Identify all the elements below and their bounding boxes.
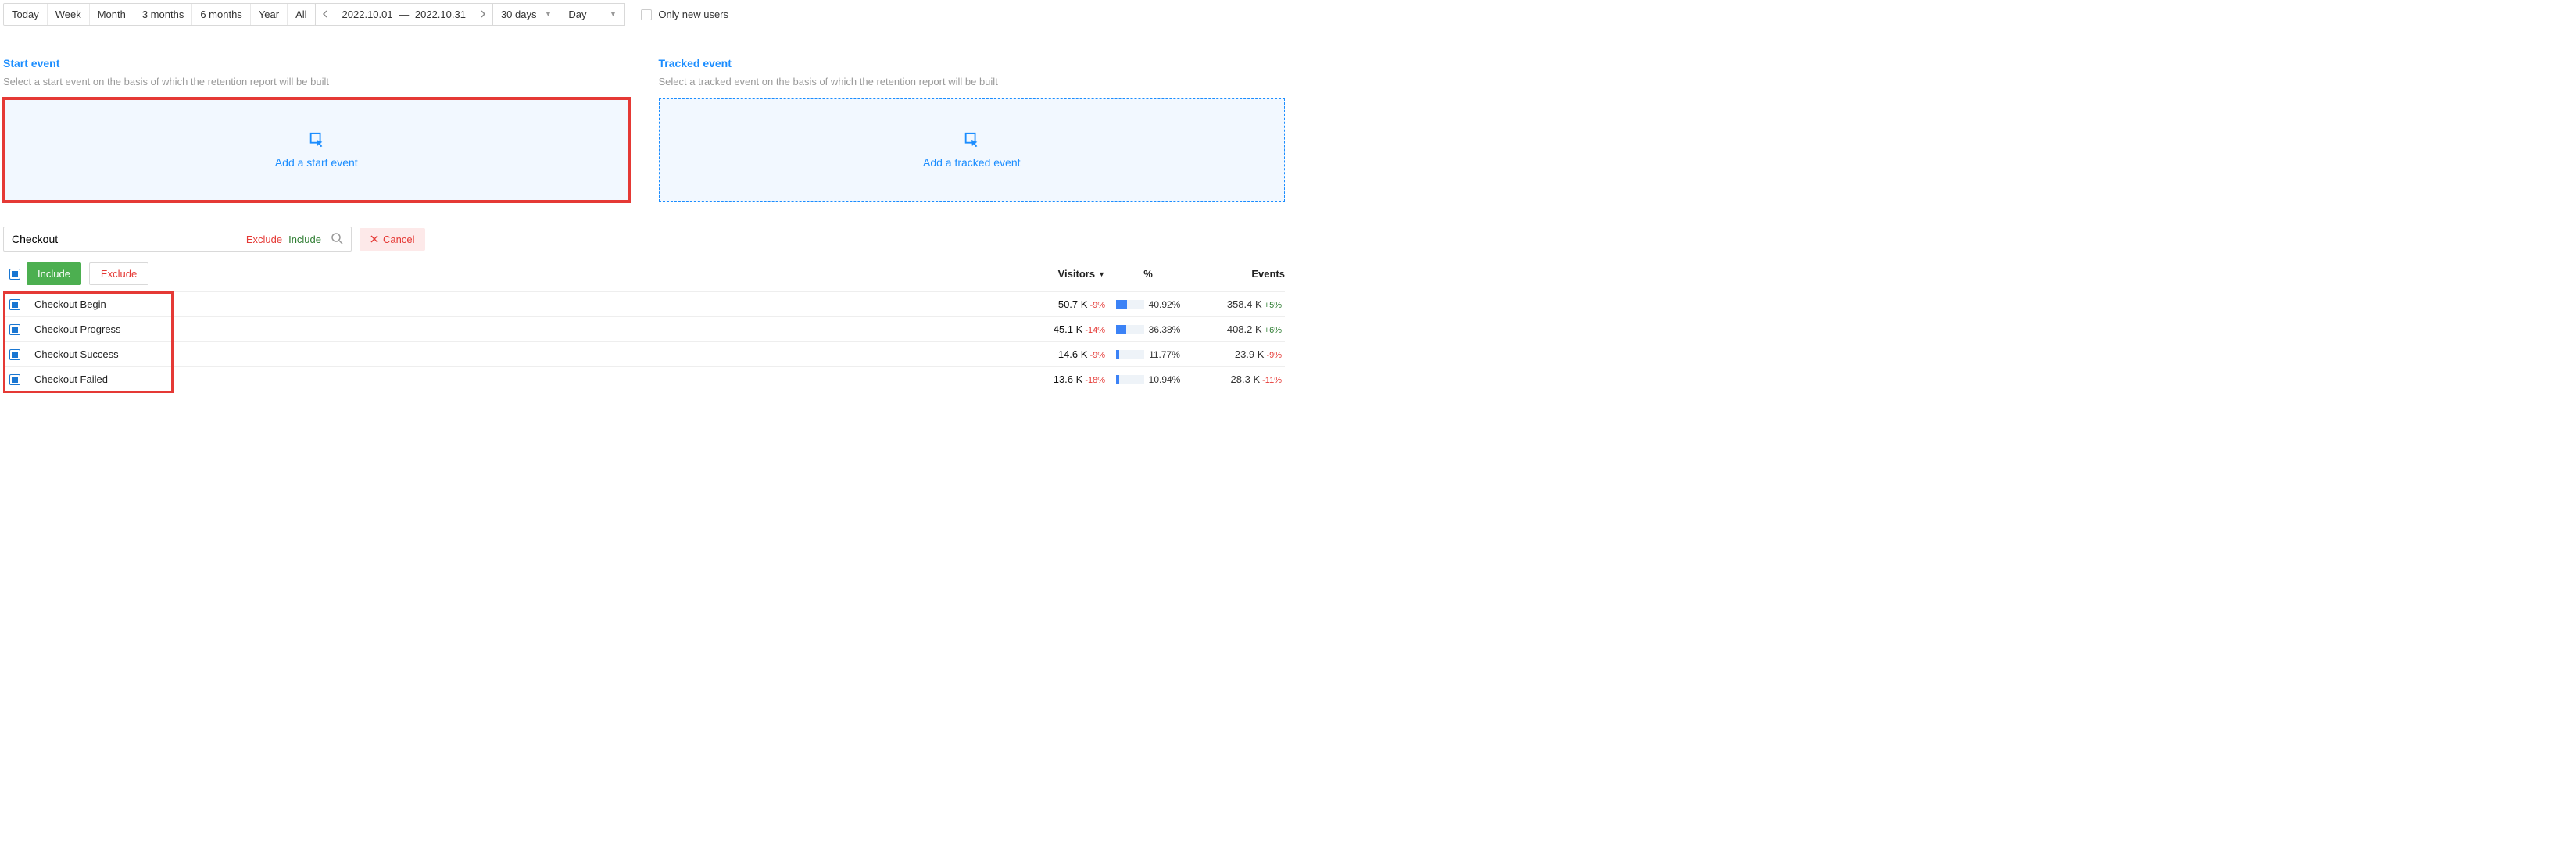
tracked-event-subtitle: Select a tracked event on the basis of w…: [659, 76, 1286, 87]
period-all[interactable]: All: [288, 4, 314, 25]
checkbox-icon: [641, 9, 652, 20]
only-new-users-checkbox[interactable]: Only new users: [641, 9, 728, 20]
events-cell: 358.4 K+5%: [1191, 298, 1285, 310]
bulk-exclude-button[interactable]: Exclude: [89, 262, 148, 285]
event-name: Checkout Failed: [27, 373, 1011, 385]
date-from: 2022.10.01: [342, 9, 393, 20]
percent-cell: 36.38%: [1105, 324, 1191, 335]
add-event-icon: [963, 131, 980, 148]
percent-cell: 40.92%: [1105, 299, 1191, 310]
col-percent-header[interactable]: %: [1105, 268, 1191, 280]
events-cell: 28.3 K-11%: [1191, 373, 1285, 385]
row-checkbox[interactable]: [9, 324, 20, 335]
percent-cell: 11.77%: [1105, 349, 1191, 360]
add-tracked-event-label: Add a tracked event: [923, 156, 1021, 169]
period-month[interactable]: Month: [90, 4, 134, 25]
visitors-cell: 14.6 K-9%: [1011, 348, 1105, 360]
table-row[interactable]: Checkout Progress 45.1 K-14% 36.38% 408.…: [3, 316, 1285, 341]
caret-down-icon: ▼: [545, 10, 553, 19]
col-visitors-label: Visitors: [1058, 268, 1095, 280]
add-tracked-event-box[interactable]: Add a tracked event: [659, 98, 1286, 202]
cancel-label: Cancel: [383, 234, 414, 245]
events-table: Include Exclude Visitors ▼ % Events Chec…: [3, 259, 1285, 391]
sort-desc-icon: ▼: [1098, 270, 1105, 278]
bulk-action-buttons: Include Exclude: [27, 262, 148, 285]
visitors-cell: 45.1 K-14%: [1011, 323, 1105, 335]
period-3months[interactable]: 3 months: [134, 4, 192, 25]
row-checkbox[interactable]: [9, 299, 20, 310]
events-cell: 408.2 K+6%: [1191, 323, 1285, 335]
period-year[interactable]: Year: [251, 4, 288, 25]
events-table-body: Checkout Begin 50.7 K-9% 40.92% 358.4 K+…: [3, 291, 1285, 391]
add-start-event-box[interactable]: Add a start event: [3, 98, 630, 202]
start-event-subtitle: Select a start event on the basis of whi…: [3, 76, 630, 87]
percent-bar: [1116, 325, 1126, 334]
cancel-filter-button[interactable]: Cancel: [360, 228, 425, 251]
select-all-checkbox[interactable]: [9, 269, 20, 280]
search-exclude-link[interactable]: Exclude: [246, 234, 282, 245]
date-range-picker: 2022.10.01 — 2022.10.31: [315, 3, 493, 26]
row-checkbox[interactable]: [9, 349, 20, 360]
add-event-icon: [308, 131, 325, 148]
add-start-event-label: Add a start event: [275, 156, 358, 169]
select-all-cell: [3, 269, 27, 280]
start-event-panel: Start event Select a start event on the …: [0, 46, 646, 214]
event-name: Checkout Success: [27, 348, 1011, 360]
date-separator: —: [399, 9, 409, 20]
period-today[interactable]: Today: [4, 4, 48, 25]
granularity-dropdown[interactable]: Day ▼: [560, 3, 625, 26]
start-event-title: Start event: [3, 57, 630, 70]
caret-down-icon: ▼: [610, 10, 617, 19]
period-toolbar: Today Week Month 3 months 6 months Year …: [0, 0, 1288, 29]
search-icon[interactable]: [327, 230, 346, 248]
close-icon: [370, 235, 378, 243]
tracked-event-title: Tracked event: [659, 57, 1286, 70]
visitors-cell: 13.6 K-18%: [1011, 373, 1105, 385]
percent-bar: [1116, 375, 1119, 384]
row-checkbox[interactable]: [9, 374, 20, 385]
date-range-display[interactable]: 2022.10.01 — 2022.10.31: [335, 4, 474, 25]
col-visitors-header[interactable]: Visitors ▼: [1011, 268, 1105, 280]
tracked-event-panel: Tracked event Select a tracked event on …: [646, 46, 1289, 214]
event-search-box: Exclude Include: [3, 227, 352, 252]
event-name: Checkout Begin: [27, 298, 1011, 310]
duration-dropdown[interactable]: 30 days ▼: [492, 3, 560, 26]
visitors-cell: 50.7 K-9%: [1011, 298, 1105, 310]
events-cell: 23.9 K-9%: [1191, 348, 1285, 360]
bulk-include-button[interactable]: Include: [27, 262, 81, 285]
duration-value: 30 days: [501, 9, 537, 20]
date-prev-button[interactable]: [316, 4, 335, 25]
search-include-link[interactable]: Include: [288, 234, 321, 245]
date-next-button[interactable]: [474, 4, 492, 25]
period-preset-group: Today Week Month 3 months 6 months Year …: [3, 3, 316, 26]
period-6months[interactable]: 6 months: [192, 4, 250, 25]
percent-cell: 10.94%: [1105, 374, 1191, 385]
chevron-right-icon: [480, 10, 486, 18]
event-filter-row: Exclude Include Cancel: [3, 227, 1285, 252]
percent-bar: [1116, 350, 1119, 359]
granularity-value: Day: [568, 9, 586, 20]
event-name: Checkout Progress: [27, 323, 1011, 335]
chevron-left-icon: [322, 10, 328, 18]
percent-bar: [1116, 300, 1128, 309]
period-week[interactable]: Week: [48, 4, 90, 25]
event-search-input[interactable]: [12, 233, 240, 245]
date-to: 2022.10.31: [415, 9, 466, 20]
event-panels: Start event Select a start event on the …: [0, 46, 1288, 214]
events-table-header: Include Exclude Visitors ▼ % Events: [3, 259, 1285, 291]
col-events-header[interactable]: Events: [1191, 268, 1285, 280]
only-new-users-label: Only new users: [658, 9, 728, 20]
table-row[interactable]: Checkout Failed 13.6 K-18% 10.94% 28.3 K…: [3, 366, 1285, 391]
table-row[interactable]: Checkout Begin 50.7 K-9% 40.92% 358.4 K+…: [3, 291, 1285, 316]
table-row[interactable]: Checkout Success 14.6 K-9% 11.77% 23.9 K…: [3, 341, 1285, 366]
